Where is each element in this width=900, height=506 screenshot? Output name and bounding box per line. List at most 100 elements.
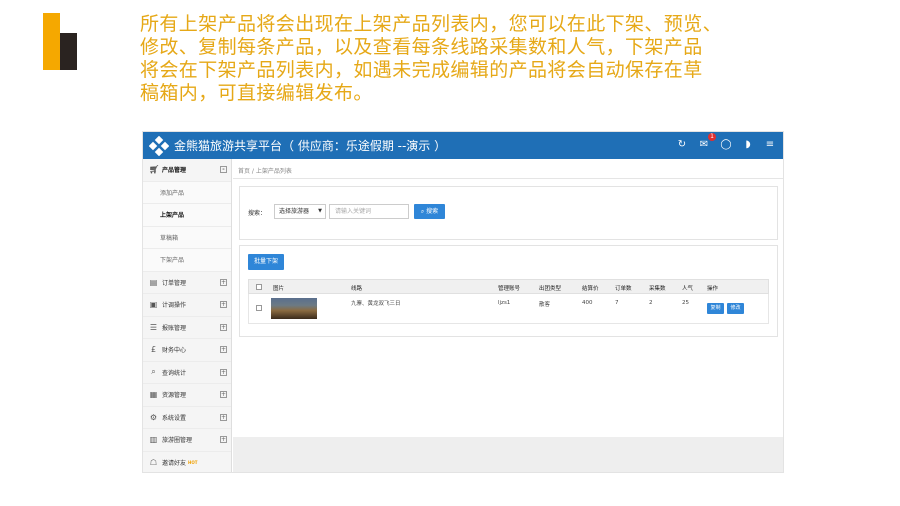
sidebar-item-settings[interactable]: ⚙ 系统设置 + (143, 407, 231, 429)
sidebar-item-drafts[interactable]: 草稿箱 (143, 226, 231, 249)
collects-cell: 2 (649, 300, 653, 306)
sidebar-item-label: 系统设置 (162, 414, 187, 422)
sidebar-item-unlisted-products[interactable]: 下架产品 (143, 249, 231, 272)
product-thumbnail[interactable] (271, 298, 317, 319)
gift-icon: ☖ (149, 457, 158, 467)
sidebar-item-dispatch[interactable]: ▣ 计调操作 + (143, 294, 231, 317)
breadcrumb: 首页 / 上架产品列表 (238, 168, 292, 175)
sidebar-item-label: 添加产品 (160, 189, 185, 197)
sidebar-item-resources[interactable]: ▦ 资源管理 + (143, 384, 231, 407)
row-checkbox[interactable] (256, 305, 262, 311)
search-button[interactable]: ⌕ 搜索 (414, 204, 445, 219)
copy-button[interactable]: 复制 (707, 303, 724, 314)
circle-icon: ▥ (149, 435, 158, 445)
product-list-panel: 批量下架 图片 线路 管理账号 出团类型 结算价 订单数 采集数 人气 操作 九… (239, 245, 778, 337)
resource-icon: ▦ (149, 390, 158, 400)
menu-icon[interactable]: ≡ (763, 138, 777, 152)
refresh-icon[interactable]: ↻ (675, 138, 689, 152)
top-toolbar: ↻ ✉ 1 ◯ ◗ ≡ (675, 133, 777, 152)
column-header: 管理账号 (498, 286, 521, 292)
sidebar-item-label: 财务中心 (162, 347, 187, 355)
app-window: 金熊猫旅游共享平台（ 供应商：乐途假期 --演示 ） ↻ ✉ 1 ◯ ◗ ≡ 🛒︎… (142, 131, 784, 473)
orders-cell: 7 (615, 300, 619, 306)
sidebar-item-finance[interactable]: £ 财务中心 + (143, 339, 231, 362)
batch-unlist-button[interactable]: 批量下架 (248, 254, 284, 270)
expand-icon[interactable]: + (220, 346, 227, 353)
main-content: 首页 / 上架产品列表 搜索： 选择旅游器 ▼ 请输入关键词 ⌕ 搜索 批量下架… (233, 159, 783, 472)
dispatch-icon: ▣ (149, 300, 158, 310)
sidebar: 🛒︎ 产品管理 - 添加产品 上架产品 草稿箱 下架产品 ▤ 订单管理 + ▣ … (143, 159, 232, 473)
sidebar-item-statistics[interactable]: ⌕ 查询统计 + (143, 362, 231, 384)
sidebar-item-label: 订单管理 (162, 279, 187, 287)
select-value: 选择旅游器 (279, 208, 310, 215)
expand-icon[interactable]: + (220, 278, 227, 286)
search-input[interactable]: 请输入关键词 (329, 204, 409, 219)
table-row[interactable]: 九寨、黄龙双飞三日 ljzs1 散客 400 7 2 25 复制 修改 (248, 294, 769, 324)
edit-button[interactable]: 修改 (727, 303, 744, 314)
app-title: 金熊猫旅游共享平台（ 供应商：乐途假期 --演示 ） (174, 139, 447, 153)
sidebar-item-invite-friends[interactable]: ☖ 邀请好友 HOT (143, 452, 231, 473)
search-label: 搜索： (248, 210, 267, 217)
expand-icon[interactable]: + (220, 323, 227, 331)
slide-text-line: 将会在下架产品列表内，如遇未完成编辑的产品将会自动保存在草 (140, 59, 703, 81)
slide-description: 所有上架产品将会出现在上架产品列表内，您可以在此下架、预览、 修改、复制每条产品… (140, 13, 820, 105)
finance-icon: £ (150, 345, 157, 355)
sidebar-item-reports[interactable]: ☰ 报账管理 + (143, 317, 231, 339)
price-cell: 400 (582, 300, 593, 306)
popularity-cell: 25 (682, 300, 689, 306)
column-header: 图片 (273, 286, 285, 292)
select-all-checkbox[interactable] (256, 284, 262, 290)
sidebar-item-products[interactable]: 🛒︎ 产品管理 - (143, 159, 231, 182)
column-header: 线路 (351, 286, 363, 292)
category-select[interactable]: 选择旅游器 ▼ (274, 204, 326, 219)
product-table: 图片 线路 管理账号 出团类型 结算价 订单数 采集数 人气 操作 九寨、黄龙双… (248, 279, 769, 324)
sidebar-item-add-product[interactable]: 添加产品 (143, 181, 231, 204)
column-header: 订单数 (615, 286, 632, 292)
top-navbar: 金熊猫旅游共享平台（ 供应商：乐途假期 --演示 ） ↻ ✉ 1 ◯ ◗ ≡ (143, 132, 783, 159)
slide-deco-gold-bar (43, 13, 60, 70)
sidebar-item-label: 下架产品 (160, 257, 185, 265)
chat-icon[interactable]: ◯ (719, 138, 733, 152)
sidebar-item-label: 查询统计 (162, 369, 187, 377)
expand-icon[interactable]: + (220, 413, 227, 421)
mail-badge: 1 (708, 133, 716, 141)
expand-icon[interactable]: + (220, 391, 227, 398)
logout-icon[interactable]: ◗ (741, 138, 755, 152)
sidebar-item-label: 计调操作 (162, 302, 187, 310)
order-icon: ▤ (149, 277, 158, 287)
sidebar-item-label: 产品管理 (162, 167, 187, 175)
group-type-cell: 散客 (539, 302, 551, 308)
sidebar-item-label: 上架产品 (160, 212, 185, 220)
gear-icon: ⚙ (149, 412, 158, 422)
slide-text-line: 所有上架产品将会出现在上架产品列表内，您可以在此下架、预览、 (140, 13, 723, 35)
column-header: 人气 (682, 286, 694, 292)
slide-text-line: 稿箱内，可直接编辑发布。 (140, 82, 373, 104)
report-icon: ☰ (149, 322, 158, 332)
slide-text-line: 修改、复制每条产品，以及查看每条线路采集数和人气，下架产品 (140, 36, 703, 58)
sidebar-item-travel-circle[interactable]: ▥ 旅游圈管理 + (143, 429, 231, 452)
search-icon: ⌕ (151, 367, 156, 377)
hot-badge: HOT (188, 459, 198, 465)
expand-icon[interactable]: + (220, 301, 227, 308)
mail-icon[interactable]: ✉ 1 (697, 133, 716, 152)
column-header: 操作 (707, 286, 719, 292)
sidebar-item-listed-products[interactable]: 上架产品 (143, 204, 231, 227)
logo-icon (149, 136, 169, 156)
collapse-icon[interactable]: - (220, 166, 227, 173)
sidebar-item-orders[interactable]: ▤ 订单管理 + (143, 272, 231, 294)
expand-icon[interactable]: + (220, 368, 227, 376)
route-link[interactable]: 九寨、黄龙双飞三日 (351, 299, 401, 307)
slide-deco-dark-bar (60, 33, 77, 70)
sidebar-item-label: 资源管理 (162, 392, 187, 400)
search-panel: 搜索： 选择旅游器 ▼ 请输入关键词 ⌕ 搜索 (239, 186, 778, 240)
column-header: 出团类型 (539, 286, 562, 292)
table-header: 图片 线路 管理账号 出团类型 结算价 订单数 采集数 人气 操作 (248, 279, 769, 294)
sidebar-item-label: 邀请好友 (162, 459, 187, 467)
sidebar-item-label: 草稿箱 (160, 234, 179, 242)
cart-icon: 🛒︎ (149, 165, 160, 175)
divider (233, 178, 783, 179)
sidebar-item-label: 旅游圈管理 (162, 437, 193, 445)
expand-icon[interactable]: + (220, 436, 227, 443)
caret-down-icon: ▼ (318, 208, 322, 214)
column-header: 采集数 (649, 286, 666, 292)
